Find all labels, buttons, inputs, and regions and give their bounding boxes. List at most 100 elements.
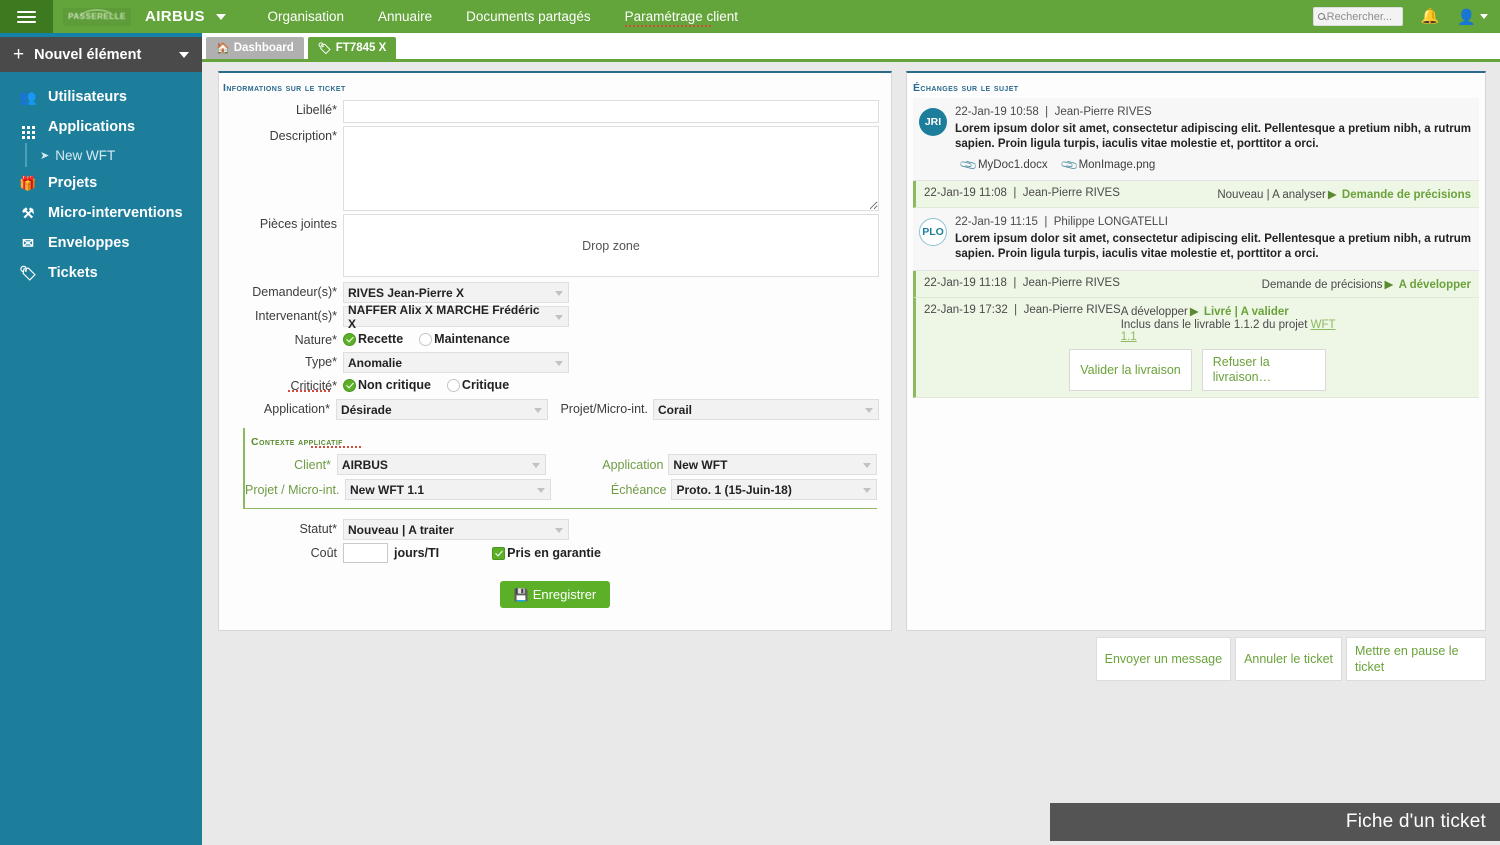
sidebar-item-applications[interactable]: Applications [0, 112, 202, 142]
status-date: 22-Jan-19 [924, 277, 976, 289]
field-nature: Nature* Recette Maintenance [231, 330, 879, 347]
message-date: 22-Jan-19 [955, 106, 1007, 118]
sidebar-item-label: Enveloppes [48, 235, 130, 251]
search-icon [1317, 13, 1325, 20]
attachment-name: MonImage.png [1078, 159, 1156, 171]
description-textarea[interactable] [343, 126, 879, 211]
client-selector[interactable]: AIRBUS [145, 8, 227, 25]
client-name-label: AIRBUS [145, 8, 205, 25]
field-description: Description* [231, 126, 879, 211]
field-label: Statut* [299, 522, 337, 536]
field-label: Intervenant(s)* [255, 309, 337, 323]
tab-ft7845[interactable]: 🏷 FT7845 X [307, 37, 397, 59]
attachment-link[interactable]: 📎 MyDoc1.docx [958, 155, 1047, 175]
attachment-dropzone[interactable]: Drop zone [343, 214, 879, 277]
bell-icon: 🔔 [1420, 8, 1440, 25]
new-item-button[interactable]: + Nouvel élément [0, 37, 202, 72]
chevron-down-icon [555, 291, 563, 296]
panel-title: Informations sur le ticket [223, 82, 346, 94]
field-label: Demandeur(s)* [252, 285, 337, 299]
thread-status-change-with-actions: 22-Jan-19 17:32 | Jean-Pierre RIVES A dé… [913, 298, 1479, 398]
statut-value: Nouveau | A traiter [348, 522, 454, 537]
ctx-application-select[interactable]: New WFT [668, 454, 878, 475]
projet-micro-select[interactable]: Corail [653, 399, 879, 420]
chevron-down-icon [531, 463, 540, 468]
notifications-button[interactable]: 🔔 [1421, 9, 1440, 24]
tools-icon: ⚒ [21, 204, 35, 221]
hamburger-menu-button[interactable] [0, 0, 53, 33]
type-select[interactable]: Anomalie [343, 352, 569, 373]
status-to: Livré | A valider [1203, 306, 1289, 318]
nature-option-maintenance[interactable]: Maintenance [419, 332, 510, 346]
pris-en-garantie-checkbox[interactable]: Pris en garantie [492, 546, 601, 560]
user-menu-button[interactable]: 👤 [1457, 8, 1488, 26]
ticket-information-panel: Informations sur le ticket Libellé* Desc… [218, 71, 892, 631]
nav-item-annuaire[interactable]: Annuaire [361, 0, 449, 33]
status-transition: Demande de précisions ▶ A développer [1262, 277, 1471, 291]
demandeur-select[interactable]: RIVES Jean-Pierre X [343, 282, 569, 303]
cout-input[interactable] [343, 543, 388, 563]
field-application-row: Application* Désirade Projet/Micro-int. … [231, 399, 879, 420]
intervenant-select[interactable]: NAFFER Alix X MARCHE Frédéric X [343, 303, 569, 331]
valider-livraison-button[interactable]: Valider la livraison [1069, 349, 1192, 391]
envoyer-message-button[interactable]: Envoyer un message [1095, 637, 1232, 681]
avatar: JRI [919, 108, 947, 136]
tab-label: Dashboard [233, 42, 294, 54]
criticite-option-non-critique[interactable]: Non critique [343, 378, 431, 392]
sidebar-item-new-wft[interactable]: ➤ New WFT [0, 142, 202, 168]
annuler-ticket-button[interactable]: Annuler le ticket [1235, 637, 1342, 681]
sidebar-item-label: Micro-interventions [48, 205, 183, 221]
sidebar-item-tickets[interactable]: 🏷 Tickets [0, 258, 202, 288]
ctx-projet-value: New WFT 1.1 [350, 482, 425, 497]
hamburger-icon [17, 8, 36, 26]
intervenant-value: NAFFER Alix X MARCHE Frédéric X [348, 302, 540, 331]
radio-checked-icon [343, 378, 356, 392]
paperclip-icon: 📎 [1058, 154, 1080, 176]
ctx-client-select[interactable]: AIRBUS [336, 454, 546, 475]
ctx-projet-select[interactable]: New WFT 1.1 [345, 479, 551, 500]
message-time: 11:15 [1010, 216, 1038, 228]
sidebar-item-micro-interventions[interactable]: ⚒ Micro-interventions [0, 198, 202, 228]
application-value: Désirade [340, 402, 392, 417]
box-icon: 🎁 [19, 174, 37, 191]
field-label: Libellé* [295, 103, 337, 117]
nav-item-parametrage-client[interactable]: Paramétrage client [608, 0, 755, 33]
nav-item-documents-partages[interactable]: Documents partagés [449, 0, 608, 33]
contexte-applicatif-fieldset: Contexte applicatif Client* AIRBUS Appli… [243, 428, 878, 509]
attachment-link[interactable]: 📎 MonImage.png [1058, 154, 1156, 176]
nature-radio-group: Recette Maintenance [343, 330, 526, 346]
save-button-label: Enregistrer [532, 587, 597, 602]
sidebar-item-enveloppes[interactable]: ✉ Enveloppes [0, 228, 202, 258]
top-navigation-bar: PASSERELLE AIRBUS Organisation Annuaire … [0, 0, 1500, 33]
statut-select[interactable]: Nouveau | A traiter [343, 519, 569, 540]
libelle-input[interactable] [343, 100, 879, 123]
sidebar-item-projets[interactable]: 🎁 Projets [0, 168, 202, 198]
search-input[interactable]: Rechercher... [1312, 7, 1403, 26]
field-demandeur: Demandeur(s)* RIVES Jean-Pierre X [231, 282, 879, 303]
chevron-down-icon [863, 463, 872, 468]
status-from: A développer [1120, 306, 1188, 318]
field-cout: Coût jours/TI Pris en garantie [231, 543, 879, 563]
criticite-option-critique[interactable]: Critique [446, 378, 509, 392]
delivery-action-buttons: Valider la livraison Refuser la livraiso… [924, 349, 1471, 391]
chevron-down-icon [863, 488, 871, 493]
status-to: A développer [1398, 279, 1471, 291]
enregistrer-button[interactable]: 💾 Enregistrer [499, 581, 611, 608]
message-time: 10:58 [1010, 106, 1039, 118]
application-select[interactable]: Désirade [335, 399, 549, 420]
field-intervenant: Intervenant(s)* NAFFER Alix X MARCHE Fré… [231, 303, 879, 331]
passerelle-logo[interactable]: PASSERELLE [63, 7, 131, 26]
refuser-livraison-button[interactable]: Refuser la livraison… [1201, 349, 1326, 391]
pin-icon: ➤ [40, 149, 50, 162]
field-label: Échéance [610, 482, 667, 497]
ctx-echeance-select[interactable]: Proto. 1 (15-Juin-18) [671, 479, 877, 500]
tab-dashboard[interactable]: 🏠 Dashboard [206, 37, 304, 59]
spellcheck-underline [288, 390, 332, 392]
nav-item-organisation[interactable]: Organisation [250, 0, 361, 33]
field-label: Criticité* [231, 376, 343, 393]
mettre-en-pause-button[interactable]: Mettre en pause le ticket [1346, 637, 1486, 681]
nature-option-recette[interactable]: Recette [343, 332, 403, 346]
plus-icon: + [13, 44, 25, 65]
panel-title: Échanges sur le sujet [913, 82, 1019, 94]
sidebar-item-utilisateurs[interactable]: 👥 Utilisateurs [0, 82, 202, 112]
